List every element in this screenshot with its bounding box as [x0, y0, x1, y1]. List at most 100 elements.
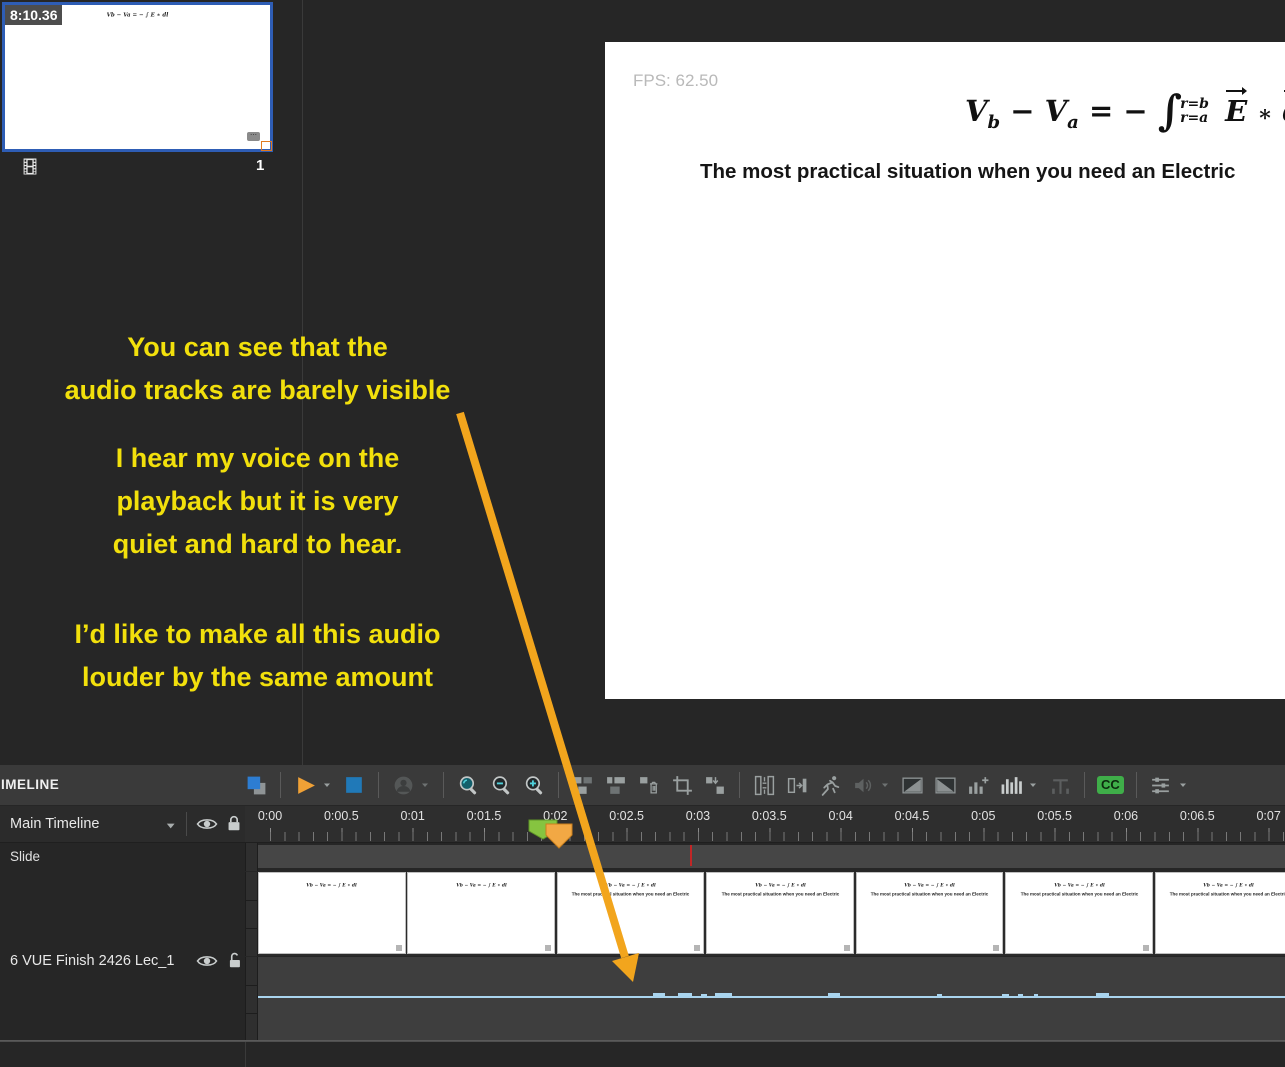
- annotation-line: I hear my voice on the: [15, 437, 500, 480]
- waveform-bump: [937, 994, 942, 996]
- annotation-text: You can see that the audio tracks are ba…: [15, 326, 500, 699]
- waveform-bump: [1034, 994, 1038, 996]
- closed-caption-button[interactable]: CC: [1097, 776, 1124, 794]
- thumbnail-badge-icon: [993, 945, 999, 951]
- ruler-tick-label: 0:03: [686, 809, 710, 823]
- waveform-bump: [653, 993, 665, 996]
- stop-button[interactable]: [342, 773, 366, 797]
- fade-in-button[interactable]: [900, 773, 924, 797]
- thumbnail-badge-icon: [844, 945, 850, 951]
- timeline-settings-button[interactable]: [1149, 773, 1173, 797]
- video-track-label-block: 6 VUE Finish 2426 Lec_1: [0, 872, 245, 1040]
- timeline-panel-title: IMELINE: [1, 765, 59, 805]
- thumbnail-caption-text: The most practical situation when you ne…: [1163, 892, 1285, 897]
- timeline-thumbnail[interactable]: Vb − Va = − ∫ E ∗ dl The most practical s…: [557, 872, 705, 954]
- thumbnail-badge-icon: [545, 945, 551, 951]
- timeline-thumbnail[interactable]: Vb − Va = − ∫ E ∗ dlThe most practical s…: [856, 872, 1004, 954]
- timeline-thumbnail[interactable]: Vb − Va = − ∫ E ∗ dlThe most practical s…: [706, 872, 854, 954]
- zoom-out-button[interactable]: [489, 773, 513, 797]
- ruler-tick-label: 0:00.5: [324, 809, 359, 823]
- record-narration-button[interactable]: [391, 773, 415, 797]
- fps-counter: FPS: 62.50: [633, 71, 718, 91]
- thumbnail-caption-text: The most practical situation when you ne…: [1014, 892, 1145, 897]
- footer-divider: [245, 1042, 246, 1067]
- timeline-toolbar: IMELINE CC: [0, 765, 1285, 805]
- adjust-volume-button[interactable]: [966, 773, 990, 797]
- thumbnail-caption-text: The most practical situation when you ne…: [565, 892, 696, 897]
- slide-thumbnail[interactable]: 8:10.36 Vb − Va = − ∫ E ∗ dl ⋯: [2, 2, 273, 152]
- audio-options-button[interactable]: [851, 773, 875, 797]
- header-separator: [186, 812, 187, 836]
- normalize-button[interactable]: [1048, 773, 1072, 797]
- annotation-line: audio tracks are barely visible: [15, 369, 500, 412]
- video-track-strip[interactable]: Vb − Va = − ∫ E ∗ dl Vb − Va = − ∫ E ∗ dl…: [258, 872, 1285, 956]
- play-button[interactable]: [293, 773, 317, 797]
- fade-out-button[interactable]: [933, 773, 957, 797]
- canvas-preview[interactable]: FPS: 62.50 Vb − Va = − ∫r=br=a E ∗ dl Th…: [605, 42, 1285, 699]
- film-strip-icon: [22, 157, 38, 181]
- timeline-thumbnail[interactable]: Vb − Va = − ∫ E ∗ dl The most practical s…: [1155, 872, 1285, 954]
- annotation-line: playback but it is very: [15, 480, 500, 523]
- join-button[interactable]: [604, 773, 628, 797]
- slide-track-bar[interactable]: [258, 845, 1285, 868]
- thumbnail-caption-text: The most practical situation when you ne…: [864, 892, 995, 897]
- slide-corner-marker: [261, 141, 272, 151]
- insert-time-button[interactable]: [703, 773, 727, 797]
- split-button[interactable]: [571, 773, 595, 797]
- pane-toggle-icon[interactable]: [244, 773, 268, 797]
- timeline-visibility-eye-icon[interactable]: [196, 813, 218, 840]
- distribute-button[interactable]: [752, 773, 776, 797]
- zoom-in-button[interactable]: [522, 773, 546, 797]
- audio-level-button[interactable]: [999, 773, 1023, 797]
- waveform-bump: [678, 993, 692, 996]
- ruler-tick-label: 0:00: [258, 809, 282, 823]
- move-clip-button[interactable]: [785, 773, 809, 797]
- timeline-thumbnail[interactable]: Vb − Va = − ∫ E ∗ dl: [407, 872, 555, 954]
- toolbar-separator: [1084, 772, 1085, 798]
- waveform-bump: [1018, 994, 1023, 996]
- crop-button[interactable]: [670, 773, 694, 797]
- canvas-formula: Vb − Va = − ∫r=br=a E ∗ dl: [965, 82, 1285, 133]
- track-unlock-icon[interactable]: [224, 950, 244, 975]
- audio-options-caret[interactable]: [880, 780, 891, 790]
- thumbnail-formula-text: Vb − Va = − ∫ E ∗ dl: [1163, 883, 1285, 888]
- waveform-bump: [701, 994, 707, 996]
- slide-thumbnail-formula: Vb − Va = − ∫ E ∗ dl: [65, 12, 211, 18]
- row-gutter: [245, 872, 258, 956]
- timeline-thumbnail[interactable]: Vb − Va = − ∫ E ∗ dlThe most practical s…: [1005, 872, 1153, 954]
- slide-number: 1: [256, 157, 264, 174]
- red-marker-line: [690, 845, 692, 866]
- toolbar-separator: [280, 772, 281, 798]
- track-visibility-eye-icon[interactable]: [196, 950, 218, 977]
- timeline-lock-icon[interactable]: [224, 813, 244, 838]
- slide-audio-indicator-icon: ⋯: [247, 132, 260, 141]
- delete-range-button[interactable]: [637, 773, 661, 797]
- waveform-bump: [715, 993, 732, 996]
- ruler-tick-label: 0:07: [1256, 809, 1280, 823]
- timeline-thumbnail[interactable]: Vb − Va = − ∫ E ∗ dl: [258, 872, 406, 954]
- zoom-fit-button[interactable]: [456, 773, 480, 797]
- slide-timestamp-badge: 8:10.36: [5, 5, 62, 25]
- thumbnail-formula-text: Vb − Va = − ∫ E ∗ dl: [565, 883, 696, 888]
- slide-track-row: Slide: [0, 843, 1285, 871]
- ruler-tick-label: 0:05: [971, 809, 995, 823]
- ruler-tick-label: 0:06.5: [1180, 809, 1215, 823]
- audio-waveform: [258, 996, 1285, 998]
- ruler-tick-label: 0:05.5: [1037, 809, 1072, 823]
- ruler-tick-label: 0:02: [543, 809, 567, 823]
- toolbar-separator: [378, 772, 379, 798]
- audio-track-clip[interactable]: [258, 957, 1285, 1040]
- time-ruler[interactable]: 0:000:00.50:010:01.50:020:02.50:030:03.5…: [258, 806, 1285, 842]
- speed-button[interactable]: [818, 773, 842, 797]
- timeline-selector-caret-icon[interactable]: [165, 819, 177, 837]
- timeline-toolbar-icons: CC: [244, 765, 1189, 805]
- record-options-caret[interactable]: [420, 780, 431, 790]
- thumbnail-formula-text: Vb − Va = − ∫ E ∗ dl: [266, 883, 397, 888]
- thumbnail-badge-icon: [396, 945, 402, 951]
- annotation-line: You can see that the: [15, 326, 500, 369]
- timeline-settings-caret[interactable]: [1178, 780, 1189, 790]
- timeline-selector[interactable]: Main Timeline: [10, 806, 99, 842]
- video-track-label[interactable]: 6 VUE Finish 2426 Lec_1: [10, 953, 174, 969]
- play-options-caret[interactable]: [322, 780, 333, 790]
- audio-level-caret[interactable]: [1028, 780, 1039, 790]
